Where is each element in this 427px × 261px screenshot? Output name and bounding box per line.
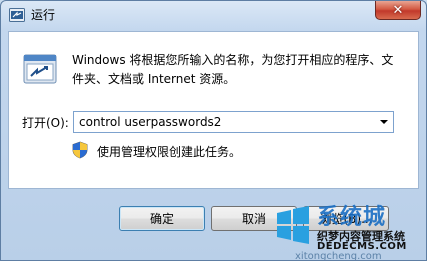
- chevron-down-icon[interactable]: [380, 120, 388, 124]
- close-icon: ✕: [392, 2, 404, 18]
- dialog-body: Windows 将根据您所输入的名称，为您打开相应的程序、文件夹、文档或 Int…: [8, 31, 419, 189]
- browse-button[interactable]: 浏览(B)...: [303, 206, 389, 231]
- dialog-description: Windows 将根据您所输入的名称，为您打开相应的程序、文件夹、文档或 Int…: [72, 53, 394, 86]
- open-label: 打开(O):: [22, 116, 69, 130]
- admin-note: 使用管理权限创建此任务。: [97, 145, 242, 159]
- watermark-url: xitongcheng.com: [295, 251, 382, 261]
- command-value: control userpasswords2: [79, 115, 222, 129]
- run-dialog-window: 运行 ✕ Windows 将根据您所输入的名称，为您打开相应的程序、文件夹、文档…: [0, 0, 427, 261]
- run-window-icon: [23, 54, 57, 84]
- cancel-button[interactable]: 取消: [211, 206, 297, 231]
- run-icon: [9, 8, 25, 22]
- window-title: 运行: [31, 8, 56, 22]
- uac-shield-icon: [72, 141, 88, 159]
- title-bar[interactable]: 运行 ✕: [1, 1, 426, 31]
- ok-button[interactable]: 确定: [119, 206, 205, 231]
- watermark-domain: DEDECMS.COM: [317, 241, 407, 252]
- command-input[interactable]: control userpasswords2: [73, 111, 394, 133]
- close-button[interactable]: ✕: [375, 1, 421, 20]
